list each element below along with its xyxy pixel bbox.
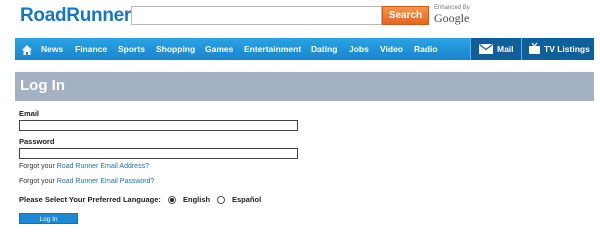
home-icon[interactable] bbox=[21, 43, 33, 55]
tv-icon bbox=[529, 42, 540, 54]
radio-espanol[interactable] bbox=[217, 196, 225, 204]
tv-listings-label: TV Listings bbox=[544, 44, 590, 54]
language-prompt: Please Select Your Preferred Language: bbox=[19, 195, 161, 204]
nav-item-jobs[interactable]: Jobs bbox=[349, 38, 369, 60]
login-header-bar: Log In bbox=[15, 72, 594, 101]
radio-english[interactable] bbox=[168, 196, 176, 204]
nav-item-sports[interactable]: Sports bbox=[118, 38, 145, 60]
search-button[interactable]: Search bbox=[382, 6, 429, 25]
forgot-prefix: Forgot your bbox=[19, 178, 57, 185]
nav-item-finance[interactable]: Finance bbox=[75, 38, 107, 60]
forgot-address-link[interactable]: Road Runner Email Address? bbox=[57, 163, 149, 170]
roadrunner-logo[interactable]: RoadRunner bbox=[20, 5, 131, 27]
nav-item-radio[interactable]: Radio bbox=[414, 38, 438, 60]
language-espanol-label: Español bbox=[232, 195, 262, 204]
nav-item-dating[interactable]: Dating bbox=[311, 38, 337, 60]
page-title: Log In bbox=[20, 77, 65, 94]
nav-item-news[interactable]: News bbox=[41, 38, 63, 60]
email-field[interactable] bbox=[19, 120, 298, 131]
nav-item-entertainment[interactable]: Entertainment bbox=[244, 38, 301, 60]
nav-item-games[interactable]: Games bbox=[205, 38, 233, 60]
password-field[interactable] bbox=[19, 148, 298, 159]
tv-listings-link[interactable]: TV Listings bbox=[521, 38, 594, 60]
login-button[interactable]: Log In bbox=[19, 213, 78, 224]
main-nav: News Finance Sports Shopping Games Enter… bbox=[15, 38, 594, 60]
forgot-password-link[interactable]: Road Runner Email Password? bbox=[57, 178, 155, 185]
mail-link[interactable]: Mail bbox=[470, 38, 521, 60]
enhanced-by-google: Enhanced By Google bbox=[434, 5, 470, 25]
language-english-label: English bbox=[183, 195, 211, 204]
nav-item-video[interactable]: Video bbox=[380, 38, 403, 60]
nav-item-shopping[interactable]: Shopping bbox=[156, 38, 195, 60]
forgot-address-line: Forgot your Road Runner Email Address? bbox=[19, 163, 149, 170]
password-label: Password bbox=[19, 137, 55, 146]
envelope-icon bbox=[479, 44, 493, 54]
mail-label: Mail bbox=[497, 44, 514, 54]
email-label: Email bbox=[19, 109, 40, 118]
forgot-password-line: Forgot your Road Runner Email Password? bbox=[19, 178, 154, 185]
forgot-prefix: Forgot your bbox=[19, 163, 57, 170]
search-input[interactable] bbox=[131, 6, 382, 25]
google-wordmark: Google bbox=[434, 11, 470, 25]
